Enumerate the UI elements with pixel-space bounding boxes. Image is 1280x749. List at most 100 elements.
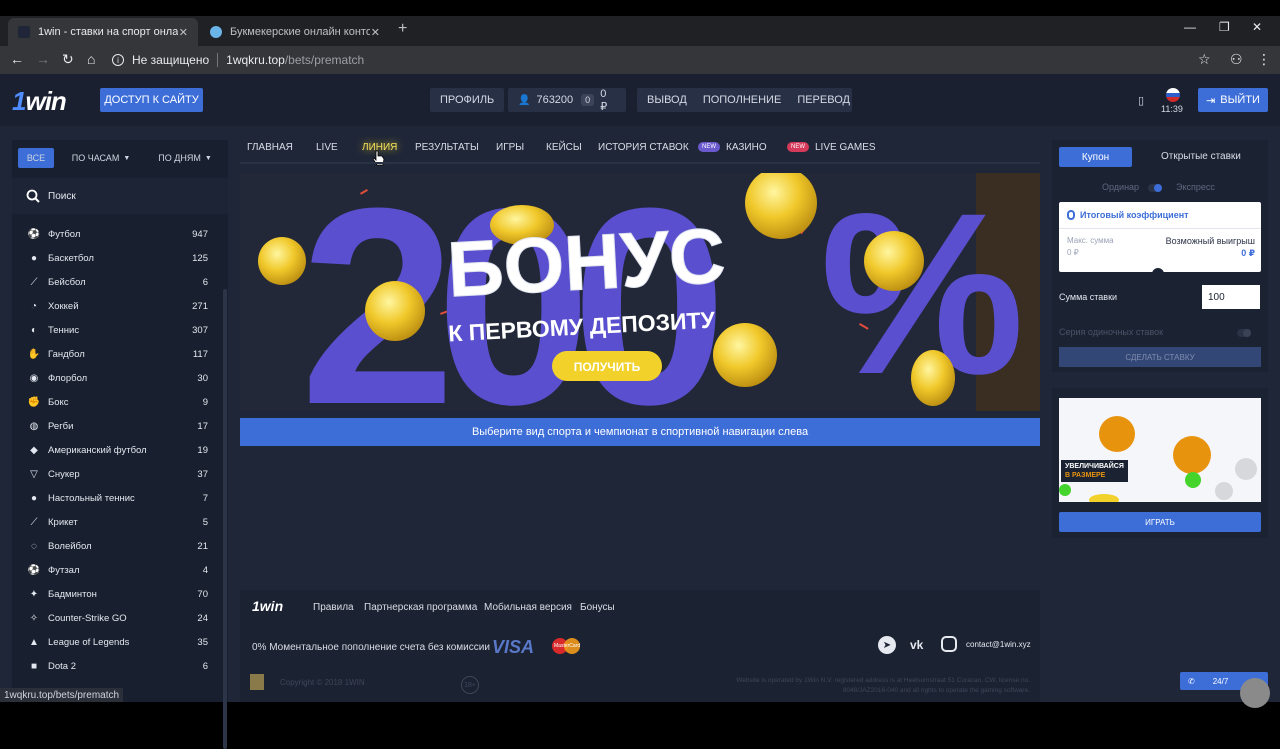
mastercard-logo: MasterCard bbox=[552, 638, 582, 654]
sport-item[interactable]: ◉ Флорбол 30 bbox=[12, 366, 222, 390]
sport-item[interactable]: ▲ League of Legends 35 bbox=[12, 630, 222, 654]
russian-flag-icon[interactable] bbox=[1166, 88, 1180, 102]
sport-item[interactable]: ● Настольный теннис 7 bbox=[12, 486, 222, 510]
sport-icon: ◐ bbox=[30, 324, 38, 336]
sport-item[interactable]: ◍ Регби 17 bbox=[12, 414, 222, 438]
filter-by-days[interactable]: ПО ДНЯМ ▼ bbox=[152, 148, 218, 168]
site-logo[interactable]: 1win bbox=[12, 86, 67, 117]
sport-item[interactable]: ▽ Снукер 37 bbox=[12, 462, 222, 486]
nav-divider bbox=[240, 162, 1040, 164]
tab-close-icon[interactable]: ✕ bbox=[371, 26, 380, 39]
browser-tab[interactable]: Букмекерские онлайн конторы ✕ bbox=[200, 18, 390, 46]
sport-item[interactable]: ● Баскетбол 125 bbox=[12, 246, 222, 270]
sport-item[interactable]: ◆ Американский футбол 19 bbox=[12, 438, 222, 462]
sport-item[interactable]: ◐ Теннис 307 bbox=[12, 318, 222, 342]
filter-by-hours[interactable]: ПО ЧАСАМ ▼ bbox=[68, 148, 134, 168]
sport-name: Бокс bbox=[48, 396, 69, 408]
footer-logo[interactable]: 1win bbox=[252, 598, 283, 614]
filter-all[interactable]: ВСЕ bbox=[18, 148, 54, 168]
back-icon[interactable]: ← bbox=[10, 51, 24, 67]
restore-icon[interactable]: ❐ bbox=[1219, 20, 1230, 34]
game-preview[interactable]: УВЕЛИЧИВАЙСЯ В РАЗМЕРЕ bbox=[1059, 398, 1261, 502]
sport-event-count: 6 bbox=[202, 660, 208, 672]
sport-search[interactable]: Поиск bbox=[12, 178, 228, 214]
sport-item[interactable]: ⚽ Футзал 4 bbox=[12, 558, 222, 582]
withdraw-button[interactable]: ВЫВОД bbox=[647, 94, 687, 106]
home-icon[interactable]: ⌂ bbox=[87, 51, 95, 67]
sport-event-count: 117 bbox=[192, 348, 208, 360]
minimize-icon[interactable]: — bbox=[1184, 20, 1196, 34]
sport-item[interactable]: ⟋ Крикет 5 bbox=[12, 510, 222, 534]
sport-event-count: 947 bbox=[192, 228, 208, 240]
browser-tab-active[interactable]: 1win - ставки на спорт онлайн ✕ bbox=[8, 18, 198, 46]
nav-live-games[interactable]: NEW LIVE GAMES bbox=[787, 142, 876, 153]
sport-item[interactable]: ✋ Гандбол 117 bbox=[12, 342, 222, 366]
logout-label: ВЫЙТИ bbox=[1220, 94, 1260, 106]
site-access-button[interactable]: ДОСТУП К САЙТУ bbox=[100, 88, 203, 112]
tab-open-bets[interactable]: Открытые ставки bbox=[1161, 151, 1241, 162]
nav-casino[interactable]: NEW КАЗИНО bbox=[698, 142, 767, 153]
mobile-icon[interactable]: ▯ bbox=[1138, 94, 1144, 107]
telegram-icon[interactable]: ➤ bbox=[878, 636, 896, 654]
sport-item[interactable]: ✊ Бокс 9 bbox=[12, 390, 222, 414]
sport-name: Гандбол bbox=[48, 348, 85, 360]
sport-item[interactable]: ◔ Хоккей 271 bbox=[12, 294, 222, 318]
nav-games[interactable]: ИГРЫ bbox=[496, 142, 524, 153]
deposit-button[interactable]: ПОПОЛНЕНИЕ bbox=[703, 94, 782, 106]
single-bet-option[interactable]: Ординар bbox=[1102, 182, 1139, 192]
place-bet-button[interactable]: СДЕЛАТЬ СТАВКУ bbox=[1059, 347, 1261, 367]
profile-button[interactable]: ПРОФИЛЬ bbox=[430, 88, 505, 112]
bonus-banner[interactable]: 200 % БОНУС К ПЕРВОМУ ДЕПОЗИТУ ПОЛУЧИТЬ bbox=[240, 173, 1040, 411]
tab-close-icon[interactable]: ✕ bbox=[179, 26, 188, 39]
account-info[interactable]: 👤 763200 0 0 ₽ bbox=[508, 88, 626, 113]
nav-live[interactable]: LIVE bbox=[316, 142, 338, 153]
game-caption: УВЕЛИЧИВАЙСЯ В РАЗМЕРЕ bbox=[1061, 460, 1128, 482]
forward-icon[interactable]: → bbox=[36, 51, 50, 67]
address-bar[interactable]: i Не защищено 1wqkru.top /bets/prematch bbox=[112, 49, 1222, 71]
transfer-button[interactable]: ПЕРЕВОД bbox=[797, 94, 850, 106]
coefficient-card: Итоговый коэффициент Макс. сумма 0 ₽ Воз… bbox=[1059, 202, 1261, 272]
menu-icon[interactable]: ⋮ bbox=[1257, 51, 1271, 68]
bet-type-toggle[interactable] bbox=[1148, 184, 1162, 192]
card-notch bbox=[1152, 268, 1164, 274]
new-tab-icon[interactable]: + bbox=[398, 20, 407, 38]
sport-item[interactable]: ◌ Волейбол 21 bbox=[12, 534, 222, 558]
sport-item[interactable]: ■ Dota 2 6 bbox=[12, 654, 222, 678]
sport-item[interactable]: ⚽ Футбол 947 bbox=[12, 222, 222, 246]
footer-link-rules[interactable]: Правила bbox=[313, 602, 354, 613]
tab-coupon[interactable]: Купон bbox=[1059, 147, 1132, 167]
total-coefficient-label: Итоговый коэффициент bbox=[1080, 210, 1189, 220]
stake-input[interactable]: 100 bbox=[1202, 285, 1260, 309]
sport-item[interactable]: ✦ Бадминтон 70 bbox=[12, 582, 222, 606]
sport-name: Крикет bbox=[48, 516, 78, 528]
footer-link-mobile[interactable]: Мобильная версия bbox=[484, 602, 572, 613]
nav-home[interactable]: ГЛАВНАЯ bbox=[247, 142, 293, 153]
extension-icon[interactable]: ⚇ bbox=[1230, 51, 1243, 68]
footer-link-bonuses[interactable]: Бонусы bbox=[580, 602, 615, 613]
stake-label: Сумма ставки bbox=[1059, 292, 1118, 302]
contact-email[interactable]: contact@1win.xyz bbox=[966, 640, 1031, 649]
series-toggle[interactable] bbox=[1237, 329, 1251, 337]
sport-icon: ◍ bbox=[29, 420, 39, 432]
bookmark-star-icon[interactable]: ☆ bbox=[1198, 51, 1211, 68]
nav-results[interactable]: РЕЗУЛЬТАТЫ bbox=[415, 142, 479, 153]
play-button[interactable]: ИГРАТЬ bbox=[1059, 512, 1261, 532]
vk-icon[interactable]: vk bbox=[910, 638, 923, 652]
express-bet-option[interactable]: Экспресс bbox=[1176, 182, 1215, 192]
site-favicon-icon bbox=[210, 26, 222, 38]
nav-bet-history[interactable]: ИСТОРИЯ СТАВОК bbox=[598, 142, 689, 153]
info-icon[interactable]: i bbox=[112, 54, 124, 66]
instagram-icon[interactable] bbox=[941, 636, 957, 652]
commission-text: 0% Моментальное пополнение счета без ком… bbox=[252, 642, 490, 653]
sport-item[interactable]: ✧ Counter-Strike GO 24 bbox=[12, 606, 222, 630]
footer-link-partners[interactable]: Партнерская программа bbox=[364, 602, 477, 613]
window-close-icon[interactable]: ✕ bbox=[1252, 20, 1262, 34]
sport-item[interactable]: ⟋ Бейсбол 6 bbox=[12, 270, 222, 294]
logout-button[interactable]: ⇥ ВЫЙТИ bbox=[1198, 88, 1268, 112]
new-badge: NEW bbox=[787, 142, 809, 153]
sport-icon: ▽ bbox=[30, 468, 38, 480]
nav-cases[interactable]: КЕЙСЫ bbox=[546, 142, 582, 153]
sidebar-scrollbar[interactable] bbox=[223, 289, 227, 749]
reload-icon[interactable]: ↻ bbox=[62, 51, 74, 68]
sport-icon: ■ bbox=[30, 660, 38, 672]
